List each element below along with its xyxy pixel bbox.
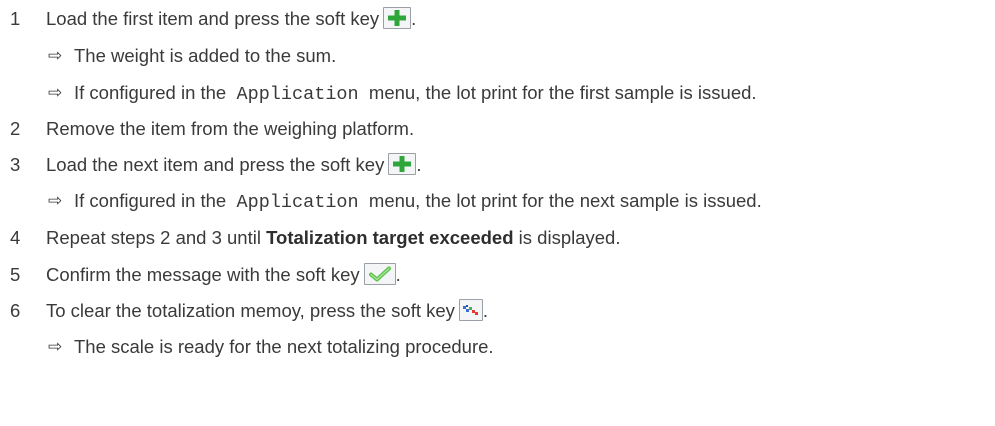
confirm-soft-key bbox=[363, 263, 396, 286]
step-number: 2 bbox=[10, 118, 21, 139]
plus-icon bbox=[393, 156, 412, 173]
step-text: Repeat steps 2 and 3 until Totalization … bbox=[46, 225, 620, 251]
result-arrow-icon: ⇨ bbox=[48, 83, 63, 103]
step-text: Remove the item from the weighing platfo… bbox=[46, 118, 415, 139]
step-number: 5 bbox=[10, 264, 21, 285]
step-text-before: Load the next item and press the soft ke… bbox=[46, 154, 385, 175]
step-text-after: . bbox=[411, 8, 417, 29]
step-text-before: Repeat steps 2 and 3 until bbox=[46, 227, 261, 248]
menu-name-code: Application bbox=[236, 192, 359, 213]
step-text: Confirm the message with the soft key. bbox=[46, 262, 401, 288]
step-number: 6 bbox=[10, 300, 21, 321]
step-text-after: . bbox=[395, 264, 401, 285]
result-text-before: If configured in the bbox=[74, 82, 227, 103]
step-text-before: To clear the totalization memoy, press t… bbox=[46, 300, 455, 321]
step-text-after: . bbox=[482, 300, 489, 321]
checkmark-icon bbox=[368, 266, 391, 282]
step-text: Load the next item and press the soft ke… bbox=[46, 152, 421, 178]
result-text-before: If configured in the bbox=[74, 190, 227, 211]
plus-icon bbox=[388, 10, 407, 27]
step-text: Load the first item and press the soft k… bbox=[46, 6, 416, 32]
step-text-after: is displayed. bbox=[518, 227, 621, 248]
clear-memory-icon bbox=[462, 305, 478, 316]
menu-name-code: Application bbox=[236, 84, 359, 105]
instruction-steps: 1 Load the first item and press the soft… bbox=[0, 0, 995, 426]
step-number: 1 bbox=[10, 8, 21, 29]
result-text: The scale is ready for the next totalizi… bbox=[74, 336, 494, 357]
plus-soft-key bbox=[383, 7, 412, 30]
result-text: If configured in the Application menu, t… bbox=[74, 188, 762, 216]
step-text-before: Load the first item and press the soft k… bbox=[46, 8, 380, 29]
result-arrow-icon: ⇨ bbox=[48, 337, 63, 357]
result-text: The weight is added to the sum. bbox=[74, 45, 337, 66]
message-name: Totalization target exceeded bbox=[266, 227, 514, 248]
step-text-before: Confirm the message with the soft key bbox=[46, 264, 360, 285]
result-arrow-icon: ⇨ bbox=[48, 46, 63, 66]
result-text: If configured in the Application menu, t… bbox=[74, 80, 757, 108]
result-arrow-icon: ⇨ bbox=[48, 191, 63, 211]
plus-soft-key bbox=[388, 153, 417, 176]
step-number: 3 bbox=[10, 154, 21, 175]
clear-memory-soft-key bbox=[458, 299, 483, 322]
step-text-after: . bbox=[416, 154, 422, 175]
step-number: 4 bbox=[10, 227, 21, 248]
step-text: To clear the totalization memoy, press t… bbox=[46, 298, 488, 324]
result-text-after: menu, the lot print for the next sample … bbox=[368, 190, 762, 211]
result-text-after: menu, the lot print for the first sample… bbox=[368, 82, 757, 103]
